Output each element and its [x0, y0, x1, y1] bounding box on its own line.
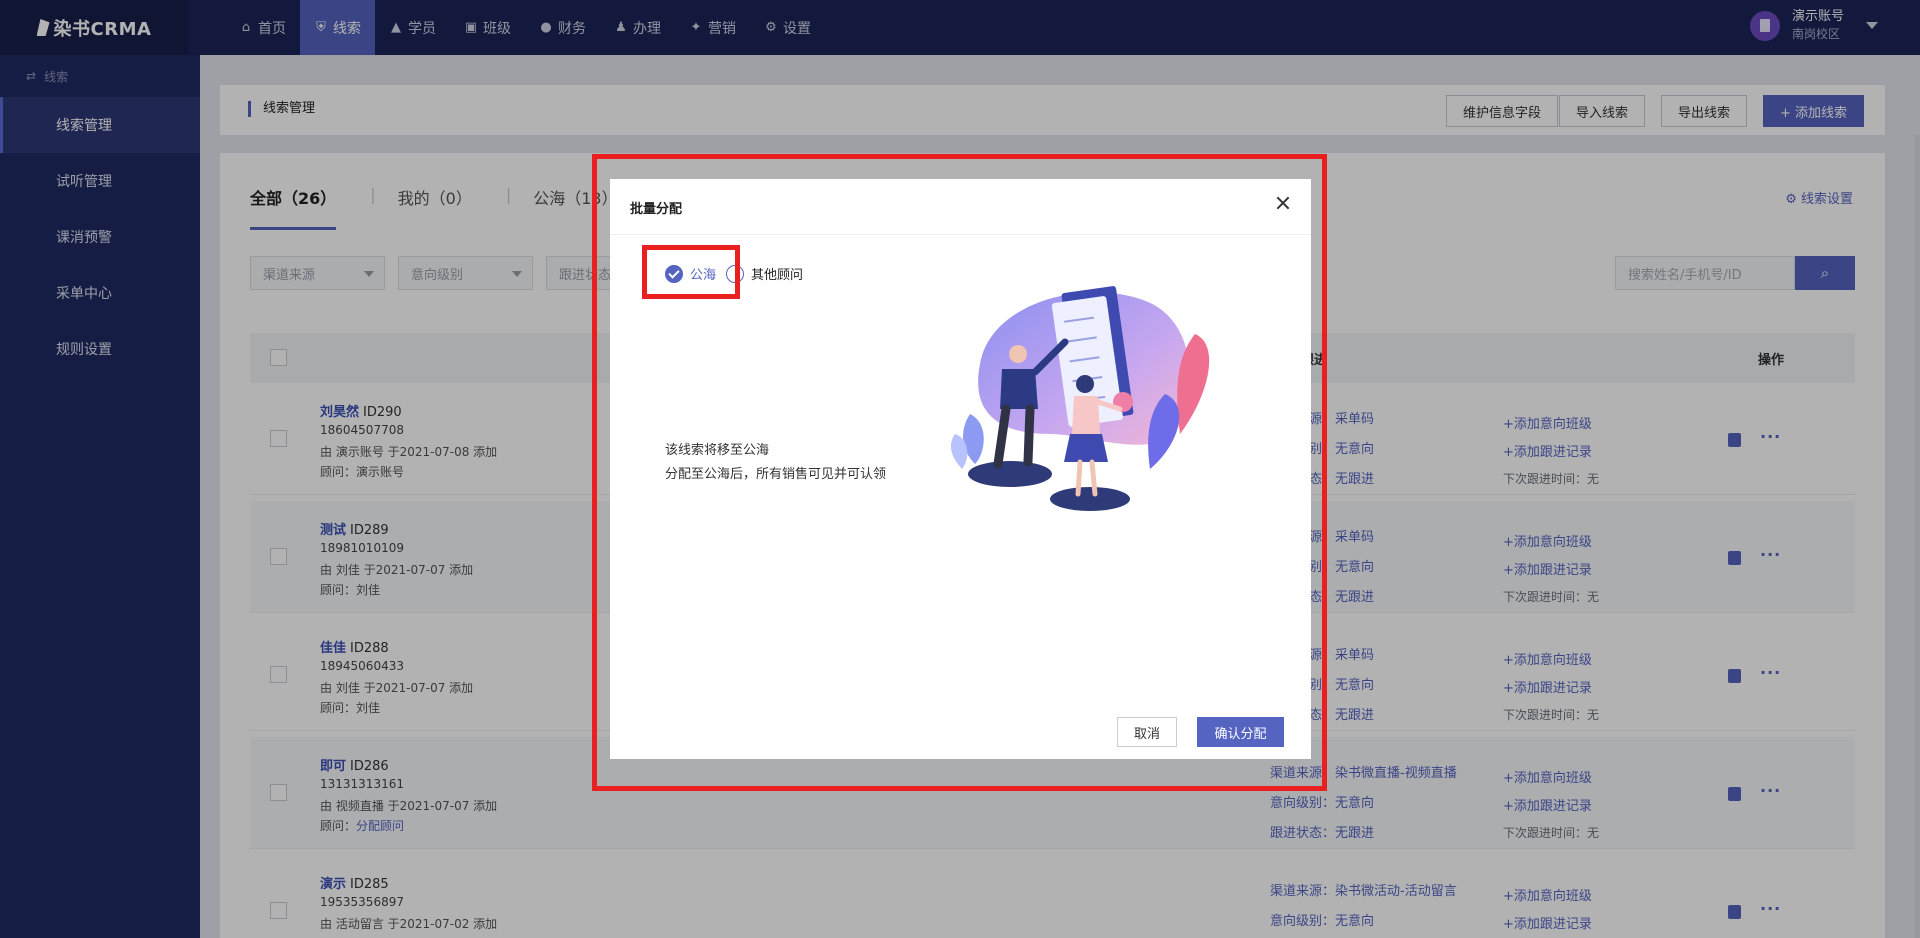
- batch-assign-dialog: 批量分配 公海 其他顾问 该线索将移至公海 分配至公海后，所有销售可见并可认领: [610, 179, 1311, 759]
- confirm-assign-button[interactable]: 确认分配: [1197, 717, 1284, 747]
- cancel-button[interactable]: 取消: [1117, 717, 1177, 747]
- dialog-divider: [610, 234, 1311, 235]
- assign-description-line2: 分配至公海后，所有销售可见并可认领: [665, 467, 887, 482]
- assign-description-line1: 该线索将移至公海: [665, 443, 770, 458]
- dialog-title: 批量分配: [630, 202, 683, 217]
- close-icon[interactable]: [1273, 193, 1293, 213]
- annotation-highlight-radio: [642, 245, 740, 299]
- team-illustration: [950, 286, 1210, 511]
